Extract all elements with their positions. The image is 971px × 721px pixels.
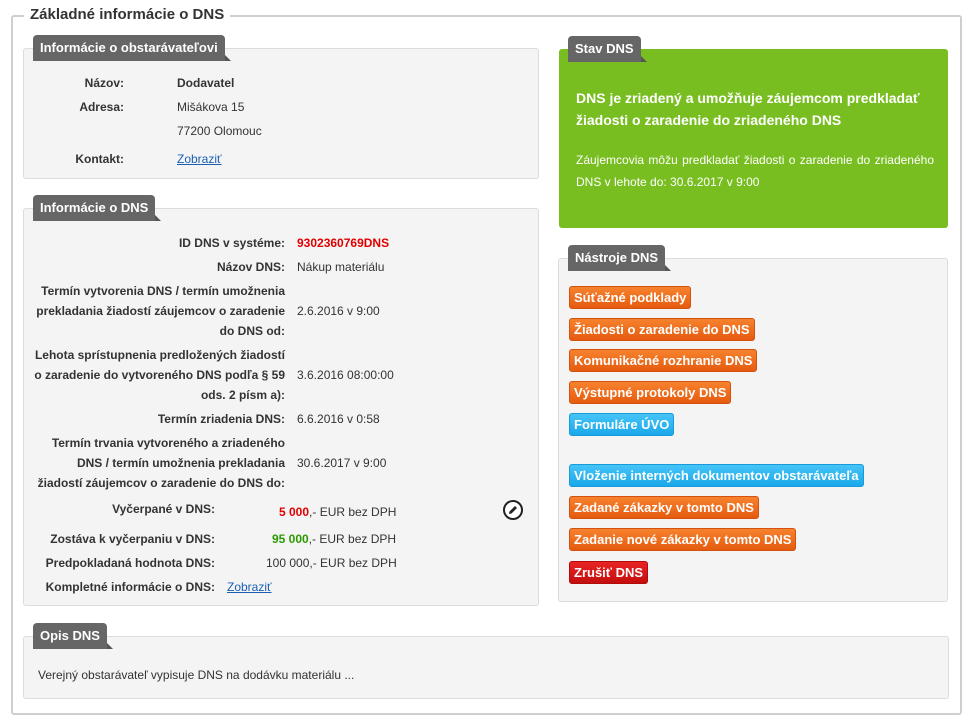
fieldset-legend: Základné informácie o DNS (24, 5, 231, 25)
edit-spent-button[interactable] (503, 500, 523, 520)
dns-duration-label-2: DNS / termín umožnenia prekladania (76, 456, 285, 470)
supplier-name: Dodavatel (177, 76, 235, 90)
btn-communication-interface[interactable]: Komunikačné rozhranie DNS (569, 349, 758, 372)
dns-spent-suffix: ,- EUR bez DPH (309, 505, 397, 519)
dns-deadline-label-1: Lehota sprístupnenia predložených žiados… (34, 348, 285, 362)
dns-status-heading: DNS je zriadený a umožňuje záujemcom pre… (576, 90, 920, 128)
btn-cancel-dns[interactable]: Zrušiť DNS (569, 561, 649, 584)
dns-name-label: Názov DNS: (216, 260, 285, 274)
dns-deadline-label-2: o zaradenie do vytvoreného DNS podľa § 5… (34, 368, 285, 382)
btn-new-contract[interactable]: Zadanie nové zákazky v tomto DNS (569, 528, 797, 551)
dns-created-label-3: do DNS od: (219, 324, 285, 338)
supplier-name-label: Názov: (84, 76, 124, 90)
dns-remaining-suffix: ,- EUR bez DPH (308, 532, 397, 546)
dns-description-text: Verejný obstarávateľ vypisuje DNS na dod… (38, 668, 355, 682)
dns-created-value: 2.6.2016 v 9:00 (297, 304, 380, 318)
dns-established-label: Termín zriadenia DNS: (157, 412, 285, 426)
btn-output-protocols[interactable]: Výstupné protokoly DNS (569, 381, 732, 404)
dns-spent-label: Vyčerpané v DNS: (112, 502, 215, 516)
dns-status-box: DNS je zriadený a umožňuje záujemcom pre… (559, 49, 948, 228)
dns-duration-value: 30.6.2017 v 9:00 (297, 456, 387, 470)
supplier-contact-link[interactable]: Zobraziť (177, 150, 222, 168)
dns-remaining-label: Zostáva k vyčerpaniu v DNS: (50, 532, 215, 546)
dns-established-value: 6.6.2016 v 0:58 (297, 412, 380, 426)
btn-insert-internal-documents[interactable]: Vloženie interných dokumentov obstarávat… (569, 464, 864, 487)
supplier-address-label: Adresa: (79, 100, 124, 114)
dns-info-tab: Informácie o DNS (33, 195, 162, 221)
dns-created-label-1: Termín vytvorenia DNS / termín umožnenia (41, 284, 285, 298)
btn-tender-documents[interactable]: Súťažné podklady (569, 286, 692, 309)
supplier-tab: Informácie o obstarávateľovi (33, 35, 231, 61)
dns-created-label-2: prekladania žiadostí záujemcov o zaraden… (36, 304, 285, 318)
dns-spent-amount: 5 000 (279, 505, 310, 519)
dns-id-label: ID DNS v systéme: (178, 236, 285, 250)
dns-full-info-label: Kompletné informácie o DNS: (45, 580, 215, 594)
dns-duration-label-1: Termín trvania vytvoreného a zriadeného (51, 436, 285, 450)
dns-id-value: 9302360769DNS (297, 236, 390, 250)
dns-deadline-value: 3.6.2016 08:00:00 (297, 368, 394, 382)
dns-expected-value: 100 000,- EUR bez DPH (266, 556, 397, 570)
dns-tools-tab: Nástroje DNS (568, 245, 672, 271)
pencil-icon (509, 506, 517, 514)
dns-expected-label: Predpokladaná hodnota DNS: (45, 556, 215, 570)
dns-status-text: Záujemcovia môžu predkladať žiadosti o z… (576, 153, 934, 189)
dns-remaining-amount: 95 000 (272, 532, 309, 546)
dns-spent-value: 5 000,- EUR bez DPH (279, 503, 396, 521)
supplier-address-line1: Mišákova 15 (177, 100, 245, 114)
dns-status-tab: Stav DNS (568, 36, 647, 62)
btn-assigned-contracts[interactable]: Zadané zákazky v tomto DNS (569, 496, 759, 519)
dns-duration-label-3: žiadostí záujemcov o zaradenie do DNS do… (37, 476, 285, 490)
dns-description-tab: Opis DNS (33, 623, 113, 649)
dns-remaining-value: 95 000,- EUR bez DPH (272, 530, 396, 548)
supplier-contact-label: Kontakt: (75, 152, 124, 166)
dns-deadline-label-3: ods. 2 písm a): (200, 388, 285, 402)
btn-inclusion-requests[interactable]: Žiadosti o zaradenie do DNS (569, 318, 755, 341)
btn-uvo-forms[interactable]: Formuláre ÚVO (569, 413, 675, 436)
dns-full-info-link[interactable]: Zobraziť (227, 578, 272, 596)
dns-name-value: Nákup materiálu (297, 260, 385, 274)
supplier-address-line2: 77200 Olomouc (177, 124, 262, 138)
